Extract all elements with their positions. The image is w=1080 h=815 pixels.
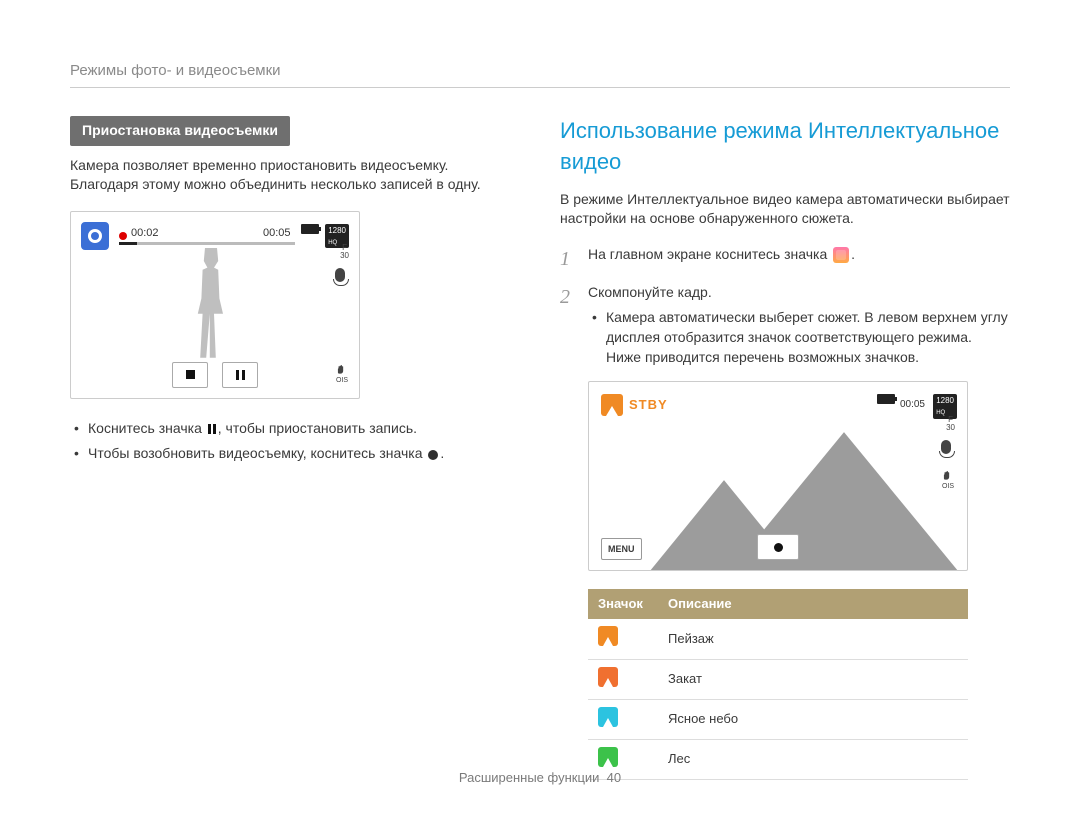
step-2: 2 Скомпонуйте кадр. Камера автоматически… [560,283,1010,780]
content-columns: Приостановка видеосъемки Камера позволяе… [70,116,1010,790]
divider [70,87,1010,88]
subject-silhouette [181,248,241,358]
smart-video-mode-icon [833,247,849,263]
page-footer: Расширенные функции 40 [0,769,1080,787]
time-remaining: 00:05 [900,398,925,412]
progress-bar [119,242,295,245]
col-description: Описание [658,589,968,619]
step-body: На главном экране коснитесь значка . [588,245,855,273]
section-heading-smart-video: Использование режима Интеллектуальное ви… [560,116,1010,178]
recording-indicator-icon [119,232,127,240]
stop-icon [186,370,195,379]
battery-icon [301,224,319,234]
table-row: Ясное небо [588,699,968,739]
microphone-icon [335,268,345,282]
breadcrumb: Режимы фото- и видеосъемки [70,60,1010,81]
step-number: 2 [560,283,574,780]
pause-icon [236,370,245,380]
step-2-sub: Камера автоматически выберет сюжет. В ле… [588,308,1010,367]
stby-label: STBY [629,396,668,414]
landscape-scene-icon [601,394,623,416]
step-number: 1 [560,245,574,273]
instruction-list: Коснитесь значка , чтобы приостановить з… [70,419,500,464]
bullet-resume: Чтобы возобновить видеосъемку, коснитесь… [74,444,500,464]
camera-screenshot-stby: STBY 00:05 1280HQ F30 OIS [588,381,968,571]
row-label: Закат [658,659,968,699]
total-time: 00:05 [263,226,291,241]
step-2-detail: Камера автоматически выберет сюжет. В ле… [592,308,1010,367]
table-row: Закат [588,659,968,699]
landscape-icon [598,626,618,646]
record-icon [774,543,783,552]
record-button[interactable] [757,534,799,560]
left-column: Приостановка видеосъемки Камера позволяе… [70,116,500,790]
forest-icon [598,747,618,767]
pause-description: Камера позволяет временно приостановить … [70,156,500,195]
smart-video-intro: В режиме Интеллектуальное видео камера а… [560,190,1010,229]
camera-screenshot-recording: 00:02 00:05 1280HQ F30 OIS [70,211,360,399]
table-row: Пейзаж [588,619,968,659]
row-label: Пейзаж [658,619,968,659]
pause-button[interactable] [222,362,258,388]
elapsed-time: 00:02 [131,226,159,241]
scene-badge: STBY [601,394,668,416]
right-column: Использование режима Интеллектуальное ви… [560,116,1010,790]
pause-icon [208,424,216,434]
control-buttons [172,362,258,388]
fps-indicator: F30 [340,244,349,260]
col-icon: Значок [588,589,658,619]
bullet-pause: Коснитесь значка , чтобы приостановить з… [74,419,500,439]
record-icon [428,450,438,460]
section-header-pause: Приостановка видеосъемки [70,116,290,146]
step-1: 1 На главном экране коснитесь значка . [560,245,1010,273]
ois-indicator: OIS [335,362,349,386]
steps-list: 1 На главном экране коснитесь значка . 2… [560,245,1010,780]
stop-button[interactable] [172,362,208,388]
resolution-badge: 1280HQ [933,394,957,419]
step-body: Скомпонуйте кадр. Камера автоматически в… [588,283,1010,780]
battery-icon [877,394,895,404]
hand-icon [335,362,349,376]
row-label: Ясное небо [658,699,968,739]
menu-button[interactable]: MENU [601,538,642,561]
sunset-icon [598,667,618,687]
record-mode-icon [81,222,109,250]
clear-sky-icon [598,707,618,727]
scene-icons-table: Значок Описание Пейзаж Закат [588,589,968,780]
